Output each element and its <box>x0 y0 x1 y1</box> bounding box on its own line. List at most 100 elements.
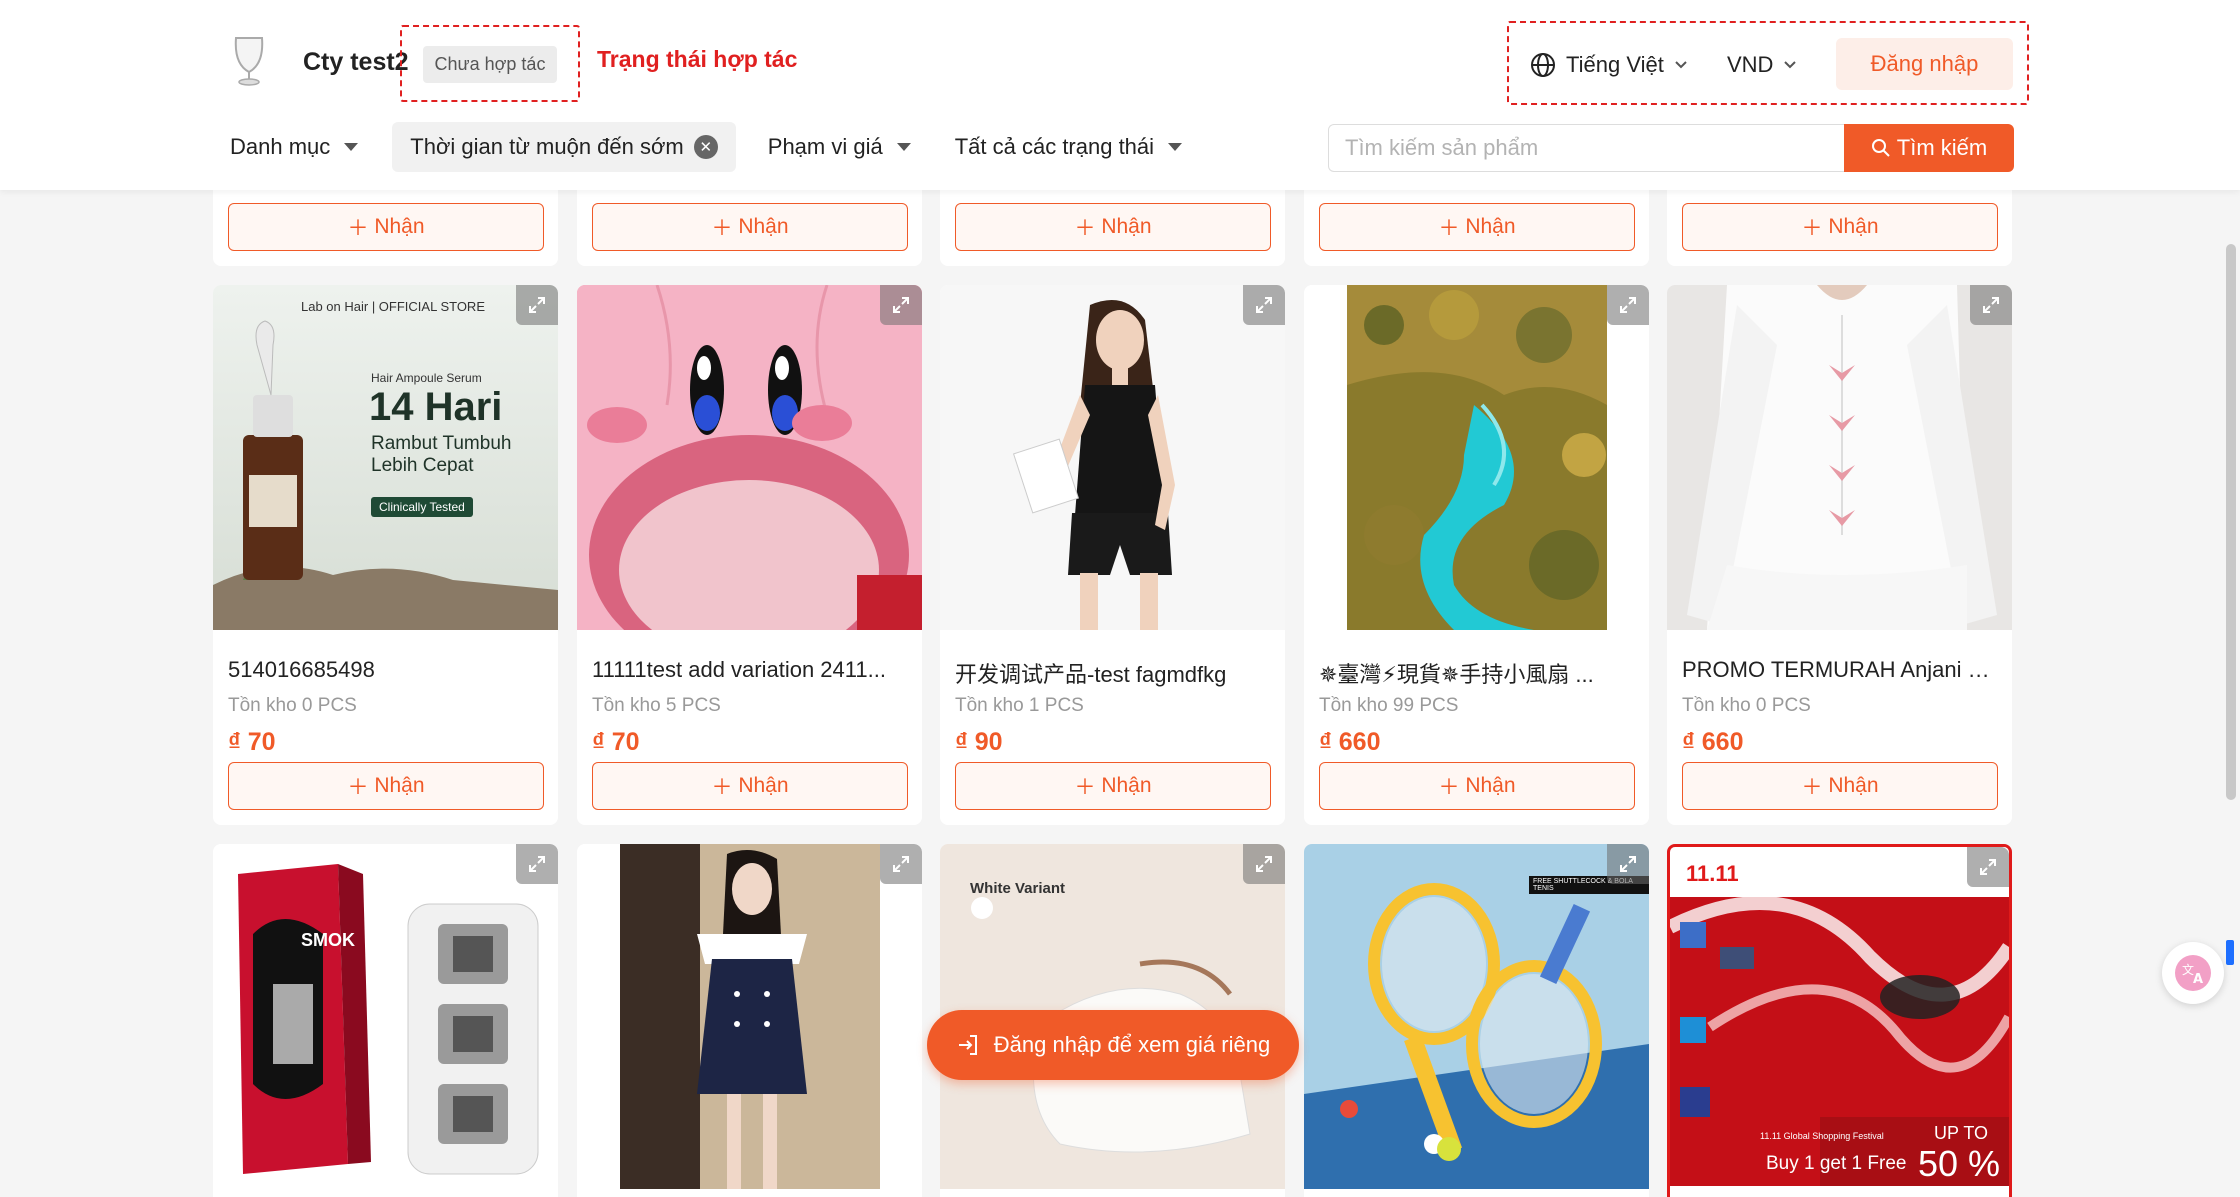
get-button-label: Nhận <box>1828 215 1879 238</box>
smok-text: SMOK <box>301 930 355 950</box>
get-button[interactable]: ＋ Nhận <box>1682 203 1998 251</box>
product-card[interactable]: 11111test add variation 2411... Tồn kho … <box>577 285 922 825</box>
get-button-label: Nhận <box>1465 774 1516 797</box>
product-image-white-blouse[interactable] <box>1667 285 2012 630</box>
search-button[interactable]: Tìm kiếm <box>1844 124 2014 172</box>
sale-1111-text: 11.11 <box>1686 861 1739 886</box>
login-arrow-icon <box>958 1035 977 1055</box>
get-button[interactable]: ＋ Nhận <box>1682 762 1998 810</box>
translate-icon: 文 A <box>2175 955 2211 991</box>
login-to-view-price-label: Đăng nhập để xem giá riêng <box>993 1032 1271 1057</box>
get-button-label: Nhận <box>374 774 425 797</box>
product-stock: Tồn kho 1 PCS <box>955 695 1084 716</box>
language-selector[interactable]: Tiếng Việt <box>1530 48 1688 82</box>
chevron-down-icon <box>1784 61 1797 69</box>
product-image-badminton-rackets[interactable]: FREE SHUTTLECOCK & BOLA TENIS <box>1304 844 1649 1189</box>
login-button[interactable]: Đăng nhập <box>1836 38 2013 90</box>
get-button-label: Nhận <box>1101 774 1152 797</box>
get-button-label: Nhận <box>1465 215 1516 238</box>
product-name[interactable]: 开发调试产品-test fagmdfkg <box>955 657 1273 689</box>
currency-selector[interactable]: VND <box>1727 48 1797 82</box>
product-name[interactable]: 11111test add variation 2411... <box>592 657 910 683</box>
expand-icon[interactable] <box>516 844 558 884</box>
expand-icon[interactable] <box>1970 285 2012 325</box>
caret-down-icon <box>344 143 359 151</box>
filter-bar: Danh mục Thời gian từ muộn đến sớm ✕ Phạ… <box>230 122 1183 172</box>
language-label: Tiếng Việt <box>1566 52 1664 77</box>
expand-icon[interactable] <box>1967 847 2009 887</box>
product-card[interactable]: FREE SHUTTLECOCK & BOLA TENIS <box>1304 844 1649 1197</box>
product-card[interactable]: 11.11 11.11 Global Shopping Festival Buy… <box>1667 844 2012 1197</box>
svg-text:A: A <box>2193 972 2203 987</box>
product-card[interactable]: 开发调试产品-test fagmdfkg Tồn kho 1 PCS ₫ 90 … <box>940 285 1285 825</box>
product-stock: Tồn kho 5 PCS <box>592 695 721 716</box>
product-price: ₫ 660 <box>1682 728 1744 756</box>
sort-filter[interactable]: Thời gian từ muộn đến sớm ✕ <box>392 122 736 172</box>
search-icon <box>1871 139 1890 157</box>
category-filter-label: Danh mục <box>230 134 331 159</box>
shoe-variant-text: White Variant <box>970 880 1066 897</box>
scroll-marker <box>2226 940 2234 965</box>
get-button-label: Nhận <box>738 215 789 238</box>
get-button[interactable]: ＋ Nhận <box>592 762 908 810</box>
sale-up-to-text: UP TO <box>1934 1123 1989 1143</box>
get-button[interactable]: ＋ Nhận <box>592 203 908 251</box>
expand-icon[interactable] <box>1607 844 1649 884</box>
get-button-label: Nhận <box>1828 774 1879 797</box>
product-card[interactable]: PROMO TERMURAH Anjani D... Tồn kho 0 PCS… <box>1667 285 2012 825</box>
product-image-sale-banner[interactable]: 11.11 11.11 Global Shopping Festival Buy… <box>1670 847 2009 1186</box>
currency-label: VND <box>1727 52 1774 77</box>
get-button[interactable]: ＋ Nhận <box>228 203 544 251</box>
get-button[interactable]: ＋ Nhận <box>955 203 1271 251</box>
product-name[interactable]: ✵臺灣⚡現貨✵手持小風扇 ... <box>1319 657 1637 689</box>
company-name: Cty test2 <box>303 48 409 76</box>
clear-icon[interactable]: ✕ <box>693 135 718 159</box>
get-button[interactable]: ＋ Nhận <box>1319 203 1635 251</box>
get-button[interactable]: ＋ Nhận <box>955 762 1271 810</box>
product-card[interactable] <box>577 844 922 1197</box>
login-to-view-price-button[interactable]: Đăng nhập để xem giá riêng <box>927 1010 1299 1080</box>
product-card[interactable]: ✵臺灣⚡現貨✵手持小風扇 ... Tồn kho 99 PCS ₫ 660 ＋ … <box>1304 285 1649 825</box>
hair-line2-text: 14 Hari <box>369 385 503 429</box>
sale-buy-text: Buy 1 get 1 Free <box>1766 1153 1907 1174</box>
product-image-smok-coils[interactable]: SMOK <box>213 844 558 1189</box>
page-scrollbar[interactable] <box>2226 244 2236 800</box>
wine-glass-logo-icon[interactable] <box>230 34 268 86</box>
category-filter[interactable]: Danh mục <box>230 122 359 172</box>
price-range-filter[interactable]: Phạm vi giá <box>768 122 911 172</box>
expand-icon[interactable] <box>1243 285 1285 325</box>
expand-icon[interactable] <box>1243 844 1285 884</box>
globe-icon <box>1531 53 1555 77</box>
expand-icon[interactable] <box>1607 285 1649 325</box>
product-card[interactable]: SMOK <box>213 844 558 1197</box>
page: ＋ Nhận ＋ Nhận ＋ Nhận ＋ Nhận ＋ Nhận Lab o… <box>0 0 2240 1197</box>
product-card[interactable]: Lab on Hair | OFFICIAL STORE Hair Ampoul… <box>213 285 558 825</box>
price-range-filter-label: Phạm vi giá <box>767 134 883 159</box>
get-button-label: Nhận <box>1101 215 1152 238</box>
get-button[interactable]: ＋ Nhận <box>228 762 544 810</box>
expand-icon[interactable] <box>516 285 558 325</box>
caret-down-icon <box>1168 143 1183 151</box>
search-input[interactable] <box>1328 124 1844 172</box>
product-image-river-forest[interactable] <box>1304 285 1649 630</box>
coop-status-badge: Chưa hợp tác <box>423 46 557 83</box>
product-name[interactable]: 514016685498 <box>228 657 546 683</box>
expand-icon[interactable] <box>880 285 922 325</box>
product-image-sailor-dress[interactable] <box>577 844 922 1189</box>
expand-icon[interactable] <box>880 844 922 884</box>
get-button-label: Nhận <box>374 215 425 238</box>
hair-brand-text: Lab on Hair | OFFICIAL STORE <box>301 299 485 314</box>
product-price: ₫ 70 <box>228 728 276 756</box>
get-button[interactable]: ＋ Nhận <box>1319 762 1635 810</box>
translate-button[interactable]: 文 A <box>2162 942 2224 1004</box>
product-image-hair-serum[interactable]: Lab on Hair | OFFICIAL STORE Hair Ampoul… <box>213 285 558 630</box>
hair-line3-text: Rambut Tumbuh <box>371 433 512 454</box>
product-name[interactable]: PROMO TERMURAH Anjani D... <box>1682 657 2000 683</box>
status-filter[interactable]: Tất cả các trạng thái <box>955 122 1183 172</box>
product-price: ₫ 70 <box>592 728 640 756</box>
product-image-pink-kirby[interactable] <box>577 285 922 630</box>
product-price: ₫ 90 <box>955 728 1003 756</box>
product-image-woman-black-outfit[interactable] <box>940 285 1285 630</box>
caret-down-icon <box>896 143 911 151</box>
product-stock: Tồn kho 99 PCS <box>1319 695 1459 716</box>
